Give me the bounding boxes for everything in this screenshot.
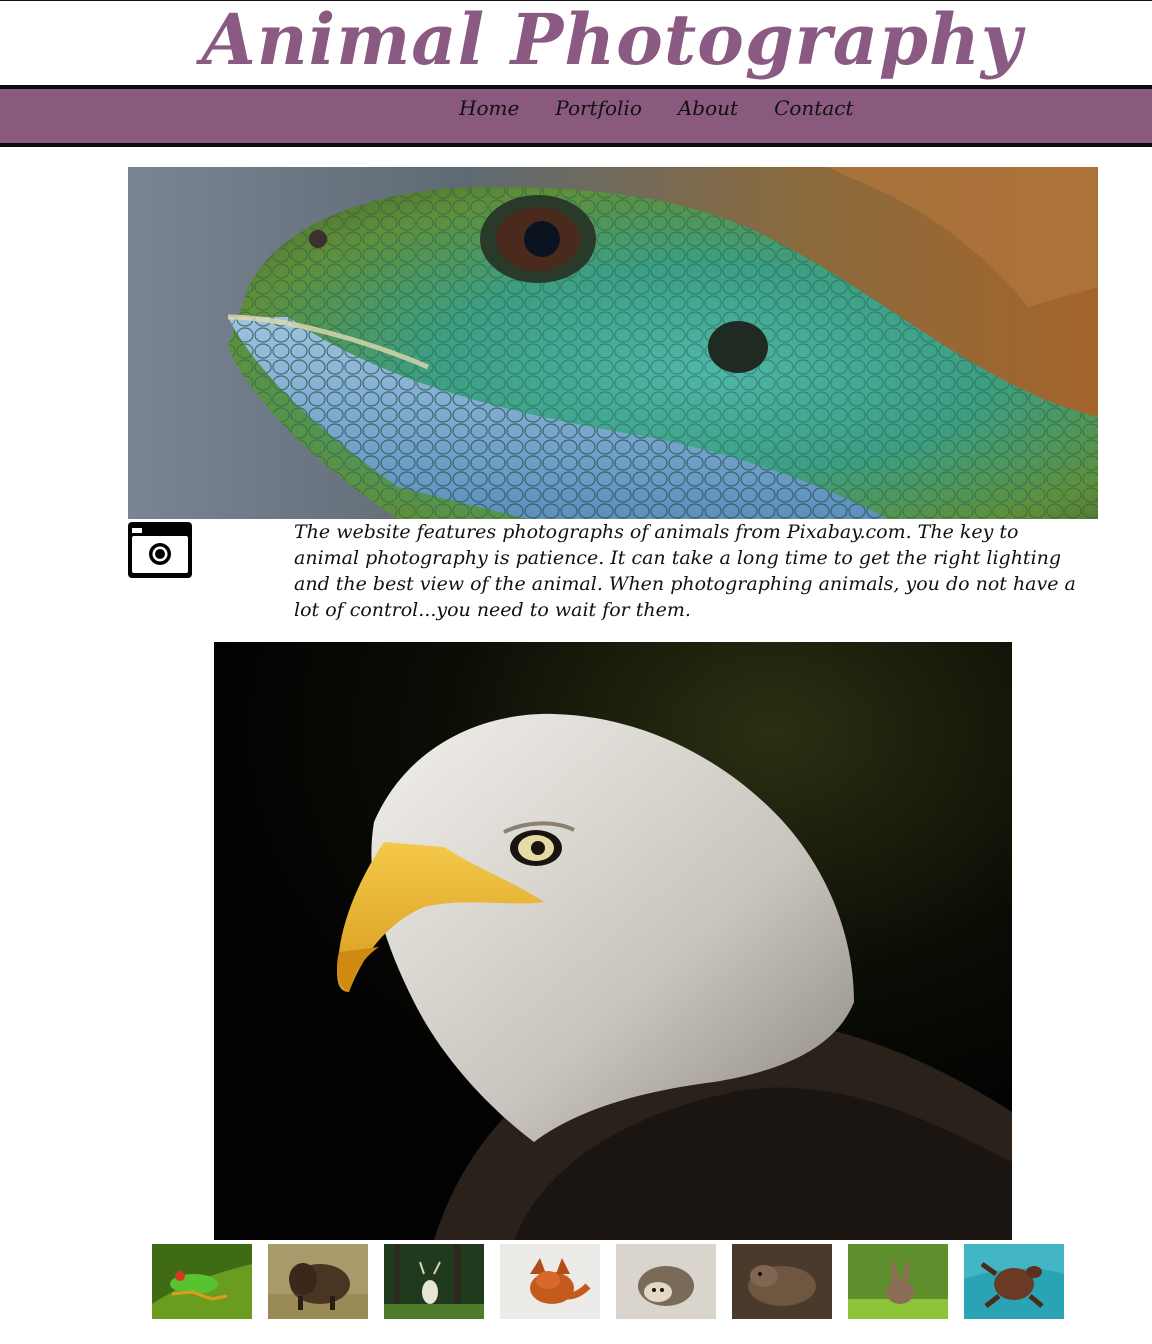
camera-icon [128,522,192,578]
thumbnail-fox[interactable] [500,1244,600,1319]
site-title: Animal Photography [201,0,1023,81]
nav-contact-link[interactable]: Contact [774,95,853,121]
intro-paragraph: The website features photographs of anim… [294,521,1076,621]
thumbnail-tree-frog[interactable] [152,1244,252,1319]
thumbnail-hedgehog[interactable] [616,1244,716,1319]
main-nav: Home Portfolio About Contact [0,85,1152,147]
nav-portfolio-link[interactable]: Portfolio [555,95,642,121]
thumbnail-deer[interactable] [384,1244,484,1319]
nav-about-link[interactable]: About [678,95,738,121]
hero-lizard-image [128,167,1098,519]
thumbnail-strip [152,1244,1064,1319]
nav-home-link[interactable]: Home [459,95,519,121]
thumbnail-bison[interactable] [268,1244,368,1319]
thumbnail-rabbit[interactable] [848,1244,948,1319]
nav-list: Home Portfolio About Contact [459,95,890,121]
thumbnail-otter[interactable] [732,1244,832,1319]
feature-eagle-image [214,642,1012,1240]
thumbnail-sea-turtle[interactable] [964,1244,1064,1319]
